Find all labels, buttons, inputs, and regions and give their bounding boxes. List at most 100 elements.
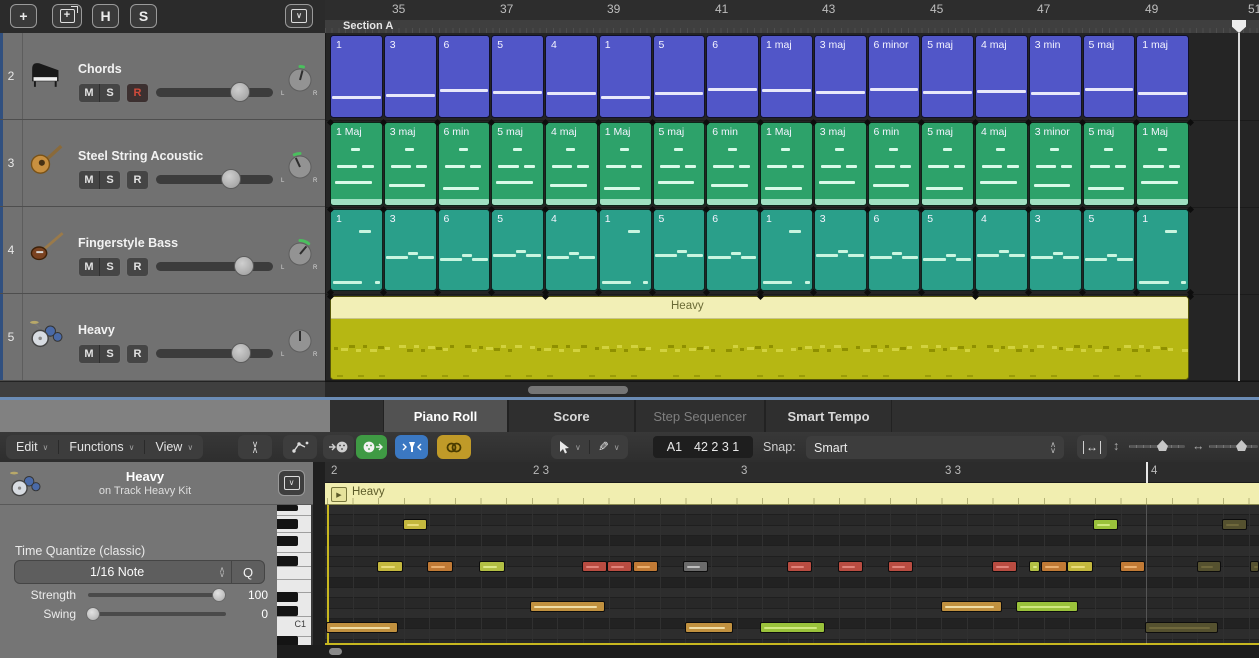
acoustic-region[interactable]: 6 min: [868, 122, 921, 206]
bass-region[interactable]: 5: [921, 209, 974, 291]
mute-button[interactable]: M: [79, 84, 100, 102]
region-play-button[interactable]: ▶: [331, 487, 347, 502]
record-enable-button[interactable]: R: [126, 257, 149, 277]
chord-region[interactable]: 4 maj: [975, 35, 1028, 118]
midi-note[interactable]: [888, 561, 913, 572]
bass-region[interactable]: 5: [491, 209, 544, 291]
hide-tracks-button[interactable]: H: [92, 4, 119, 28]
quantize-apply-button[interactable]: Q: [231, 561, 264, 583]
midi-note[interactable]: [787, 561, 812, 572]
piano-roll-region-strip[interactable]: ▶ Heavy: [325, 483, 1259, 505]
volume-slider[interactable]: [156, 88, 273, 97]
piano-roll-grid[interactable]: [325, 505, 1259, 645]
volume-knob[interactable]: [230, 82, 250, 102]
tab-score[interactable]: Score: [508, 400, 635, 432]
bass-region[interactable]: 1: [760, 209, 813, 291]
solo-tracks-button[interactable]: S: [130, 4, 157, 28]
midi-note[interactable]: [1197, 561, 1221, 572]
acoustic-region[interactable]: 5 maj: [491, 122, 544, 206]
volume-knob[interactable]: [221, 169, 241, 189]
bass-region[interactable]: 4: [975, 209, 1028, 291]
chord-region[interactable]: 1 maj: [1136, 35, 1189, 118]
bass-region[interactable]: 1: [330, 209, 383, 291]
midi-in-button[interactable]: [323, 435, 354, 459]
bass-region[interactable]: 1: [599, 209, 652, 291]
bass-region[interactable]: 6: [438, 209, 491, 291]
midi-input-filter-button[interactable]: [395, 435, 428, 459]
midi-out-button[interactable]: [356, 435, 387, 459]
midi-note[interactable]: [607, 561, 632, 572]
black-key[interactable]: [277, 519, 298, 529]
acoustic-region[interactable]: 1 Maj: [330, 122, 383, 206]
acoustic-region[interactable]: 4 maj: [545, 122, 598, 206]
acoustic-region[interactable]: 6 min: [706, 122, 759, 206]
acoustic-region[interactable]: 4 maj: [975, 122, 1028, 206]
pointer-tool-button[interactable]: ∨: [551, 435, 589, 459]
record-enable-button[interactable]: R: [126, 170, 149, 190]
slider-knob[interactable]: [86, 607, 100, 621]
catch-playhead-button[interactable]: ↔: [1077, 435, 1107, 459]
pan-knob[interactable]: [283, 151, 317, 185]
tab-step-sequencer[interactable]: Step Sequencer: [635, 400, 765, 432]
black-key[interactable]: [277, 505, 298, 511]
midi-note[interactable]: [530, 601, 605, 612]
strength-slider[interactable]: [88, 593, 226, 597]
drummer-region[interactable]: Heavy: [330, 296, 1189, 380]
acoustic-region[interactable]: 5 maj: [653, 122, 706, 206]
solo-button[interactable]: S: [100, 345, 120, 363]
tab-smart-tempo[interactable]: Smart Tempo: [765, 400, 892, 432]
mute-button[interactable]: M: [79, 258, 100, 276]
snap-select[interactable]: Smart ∧∨: [806, 436, 1064, 459]
midi-note[interactable]: [685, 622, 733, 633]
midi-note[interactable]: [1250, 561, 1259, 572]
arrangement-marker-band[interactable]: Section A: [325, 20, 1259, 34]
tab-piano-roll[interactable]: Piano Roll: [383, 400, 508, 432]
chord-region[interactable]: 6 minor: [868, 35, 921, 118]
chord-region[interactable]: 5: [653, 35, 706, 118]
chord-region[interactable]: 1 maj: [760, 35, 813, 118]
chord-region[interactable]: 6: [706, 35, 759, 118]
midi-note[interactable]: [683, 561, 708, 572]
bass-region[interactable]: 3: [814, 209, 867, 291]
black-key[interactable]: [277, 556, 298, 566]
midi-note[interactable]: [992, 561, 1017, 572]
midi-note[interactable]: [1093, 519, 1118, 530]
acoustic-region[interactable]: 5 maj: [1083, 122, 1136, 206]
solo-button[interactable]: S: [100, 171, 120, 189]
horizontal-zoom-slider[interactable]: [1209, 445, 1258, 448]
record-enable-button[interactable]: R: [126, 344, 149, 364]
track-header[interactable]: 2ChordsMSR LR: [0, 33, 325, 120]
pan-knob[interactable]: [283, 64, 317, 98]
volume-knob[interactable]: [234, 256, 254, 276]
midi-note[interactable]: [1222, 519, 1247, 530]
black-key[interactable]: [277, 636, 298, 645]
bass-region[interactable]: 1: [1136, 209, 1189, 291]
pan-knob[interactable]: [283, 325, 317, 359]
inspector-options-button[interactable]: ∨: [278, 470, 305, 496]
bass-region[interactable]: 3: [384, 209, 437, 291]
midi-note[interactable]: [1029, 561, 1040, 572]
midi-note[interactable]: [633, 561, 658, 572]
arrange-ruler[interactable]: 353739414345474951: [325, 0, 1259, 20]
acoustic-region[interactable]: 6 min: [438, 122, 491, 206]
chord-region[interactable]: 1: [330, 35, 383, 118]
bass-region[interactable]: 6: [706, 209, 759, 291]
arrange-region-area[interactable]: 136541561 maj3 maj6 minor5 maj4 maj3 min…: [326, 33, 1259, 381]
volume-slider[interactable]: [156, 349, 273, 358]
swing-slider[interactable]: [88, 612, 226, 616]
pencil-tool-button[interactable]: ✎ ∨: [590, 435, 628, 459]
scrollbar-thumb[interactable]: [329, 648, 342, 655]
black-key[interactable]: [277, 606, 298, 616]
quantize-select[interactable]: 1/16 Note ∧∨ Q: [14, 560, 265, 584]
midi-note[interactable]: [403, 519, 427, 530]
vertical-zoom-slider[interactable]: [1129, 445, 1185, 448]
midi-note[interactable]: [1067, 561, 1093, 572]
black-key[interactable]: [277, 536, 298, 546]
track-options-button[interactable]: ∨: [285, 4, 313, 28]
chord-region[interactable]: 3: [384, 35, 437, 118]
midi-note[interactable]: [479, 561, 505, 572]
acoustic-region[interactable]: 3 maj: [814, 122, 867, 206]
acoustic-region[interactable]: 5 maj: [921, 122, 974, 206]
volume-slider[interactable]: [156, 175, 273, 184]
midi-note[interactable]: [760, 622, 825, 633]
